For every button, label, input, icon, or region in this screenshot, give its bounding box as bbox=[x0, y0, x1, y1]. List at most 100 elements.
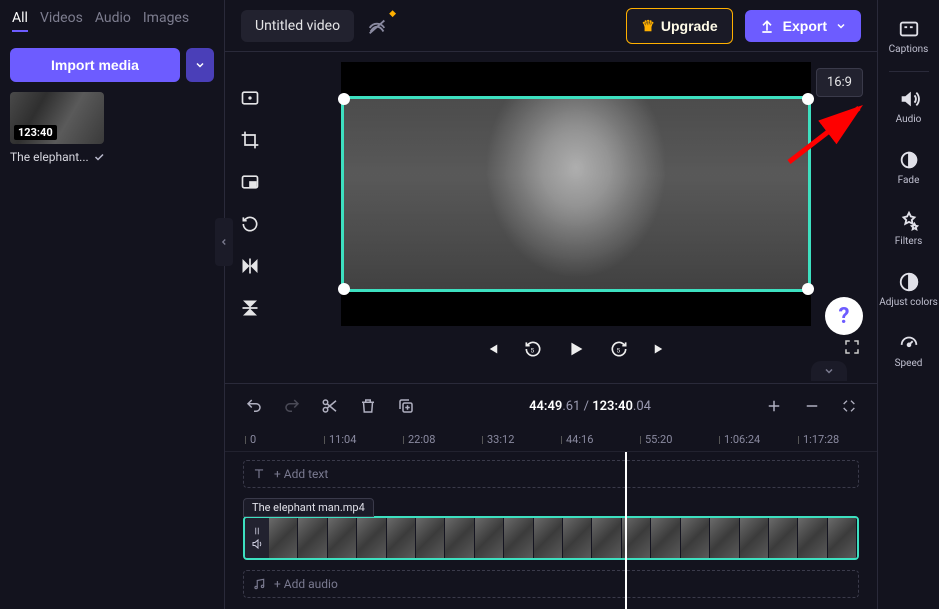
question-icon: ? bbox=[839, 304, 850, 329]
tab-all[interactable]: All bbox=[12, 10, 28, 32]
audio-track-placeholder[interactable]: + Add audio bbox=[243, 570, 859, 598]
import-media-button[interactable]: Import media bbox=[10, 48, 180, 82]
video-clip-label: The elephant man.mp4 bbox=[243, 498, 374, 517]
filters-icon bbox=[898, 210, 920, 232]
captions-label: Captions bbox=[889, 44, 929, 55]
speaker-icon bbox=[898, 88, 920, 110]
add-track-button[interactable] bbox=[761, 393, 787, 419]
import-media-dropdown[interactable] bbox=[186, 48, 214, 82]
crown-icon: ♛ bbox=[641, 17, 654, 35]
rotate-tool[interactable] bbox=[235, 210, 265, 238]
playback-controls: 5 5 bbox=[275, 326, 877, 372]
upgrade-button[interactable]: ♛ Upgrade bbox=[626, 8, 732, 44]
stage: 16:9 5 5 ? bbox=[225, 52, 877, 383]
chevron-left-icon bbox=[219, 237, 229, 247]
fullscreen-button[interactable] bbox=[843, 338, 861, 360]
stage-canvas: 16:9 5 5 ? bbox=[275, 52, 877, 383]
skip-start-button[interactable] bbox=[483, 340, 501, 358]
export-label: Export bbox=[783, 18, 827, 34]
pip-tool[interactable] bbox=[235, 168, 265, 196]
adjust-colors-panel-button[interactable]: Adjust colors bbox=[878, 259, 939, 320]
flip-vertical-tool[interactable] bbox=[235, 294, 265, 322]
tab-images[interactable]: Images bbox=[143, 10, 189, 32]
svg-text:5: 5 bbox=[531, 346, 535, 354]
timeline: 44:49.61 / 123:40.04 0 11:04 22:08 33:12… bbox=[225, 383, 877, 609]
duplicate-button[interactable] bbox=[393, 393, 419, 419]
selection-box[interactable] bbox=[341, 96, 811, 292]
video-track-clip[interactable] bbox=[243, 516, 859, 560]
svg-text:5: 5 bbox=[617, 346, 621, 354]
ruler-tick: 1:06:24 bbox=[719, 428, 798, 451]
drag-handle-icon bbox=[252, 526, 262, 536]
stage-tools bbox=[225, 52, 275, 383]
filters-label: Filters bbox=[895, 236, 923, 247]
audio-track-label: + Add audio bbox=[274, 577, 338, 591]
resize-handle-tl[interactable] bbox=[338, 93, 350, 105]
video-track-controls[interactable] bbox=[245, 518, 269, 558]
aspect-ratio-selector[interactable]: 16:9 bbox=[816, 68, 863, 97]
media-clip-name: The elephant... bbox=[10, 150, 89, 164]
tab-audio[interactable]: Audio bbox=[95, 10, 131, 32]
resize-handle-br[interactable] bbox=[802, 283, 814, 295]
ruler-tick: 33:12 bbox=[482, 428, 561, 451]
filters-panel-button[interactable]: Filters bbox=[878, 198, 939, 259]
captions-panel-button[interactable]: Captions bbox=[878, 6, 939, 67]
media-duration-badge: 123:40 bbox=[14, 125, 57, 140]
timeline-tracks: + Add text The elephant man.mp4 + Add au… bbox=[225, 452, 877, 609]
audio-label: Audio bbox=[896, 114, 922, 125]
media-clip-name-row: The elephant... bbox=[0, 144, 224, 170]
video-preview[interactable] bbox=[341, 62, 811, 326]
speed-panel-button[interactable]: Speed bbox=[878, 320, 939, 381]
text-track-placeholder[interactable]: + Add text bbox=[243, 460, 859, 488]
volume-icon bbox=[251, 538, 263, 550]
resize-handle-bl[interactable] bbox=[338, 283, 350, 295]
skip-end-button[interactable] bbox=[651, 340, 669, 358]
fade-panel-button[interactable]: Fade bbox=[878, 137, 939, 198]
ruler-tick: 44:16 bbox=[561, 428, 640, 451]
split-button[interactable] bbox=[317, 393, 343, 419]
help-button[interactable]: ? bbox=[825, 297, 863, 335]
ruler-tick: 11:04 bbox=[324, 428, 403, 451]
check-icon bbox=[93, 151, 105, 163]
media-thumbnail[interactable]: 123:40 bbox=[10, 92, 104, 144]
playhead[interactable] bbox=[625, 452, 627, 609]
expand-down-button[interactable] bbox=[811, 361, 847, 381]
collapse-left-panel-button[interactable] bbox=[215, 218, 233, 266]
media-panel: All Videos Audio Images Import media 123… bbox=[0, 0, 225, 609]
chevron-down-icon bbox=[835, 20, 847, 32]
play-button[interactable] bbox=[565, 338, 587, 360]
chevron-down-icon bbox=[823, 365, 835, 377]
zoom-out-button[interactable] bbox=[799, 393, 825, 419]
media-tabs: All Videos Audio Images bbox=[0, 0, 224, 38]
flip-horizontal-tool[interactable] bbox=[235, 252, 265, 280]
text-icon bbox=[252, 467, 266, 481]
upload-icon bbox=[759, 18, 775, 34]
video-frames bbox=[269, 518, 857, 558]
redo-button[interactable] bbox=[279, 393, 305, 419]
tab-videos[interactable]: Videos bbox=[40, 10, 83, 32]
export-button[interactable]: Export bbox=[745, 10, 861, 42]
delete-button[interactable] bbox=[355, 393, 381, 419]
video-frame bbox=[344, 99, 808, 289]
center-area: Untitled video ◆ ♛ Upgrade Export bbox=[225, 0, 877, 609]
timeline-toolbar: 44:49.61 / 123:40.04 bbox=[225, 384, 877, 428]
topbar: Untitled video ◆ ♛ Upgrade Export bbox=[225, 0, 877, 52]
speed-label: Speed bbox=[895, 358, 923, 369]
undo-button[interactable] bbox=[241, 393, 267, 419]
rewind-5s-button[interactable]: 5 bbox=[523, 339, 543, 359]
contrast-icon bbox=[898, 271, 920, 293]
adjust-colors-label: Adjust colors bbox=[879, 297, 938, 308]
audio-panel-button[interactable]: Audio bbox=[878, 76, 939, 137]
right-properties-panel: Captions Audio Fade Filters Adjust color… bbox=[877, 0, 939, 609]
resize-handle-tr[interactable] bbox=[802, 93, 814, 105]
visibility-off-icon[interactable]: ◆ bbox=[366, 15, 388, 37]
crop-tool[interactable] bbox=[235, 126, 265, 154]
zoom-fit-button[interactable] bbox=[837, 394, 861, 418]
timeline-ruler[interactable]: 0 11:04 22:08 33:12 44:16 55:20 1:06:24 … bbox=[225, 428, 877, 452]
ruler-tick: 0 bbox=[245, 428, 324, 451]
fade-label: Fade bbox=[898, 175, 920, 186]
forward-5s-button[interactable]: 5 bbox=[609, 339, 629, 359]
project-title[interactable]: Untitled video bbox=[241, 10, 354, 42]
ruler-tick: 22:08 bbox=[403, 428, 482, 451]
fit-tool[interactable] bbox=[235, 84, 265, 112]
